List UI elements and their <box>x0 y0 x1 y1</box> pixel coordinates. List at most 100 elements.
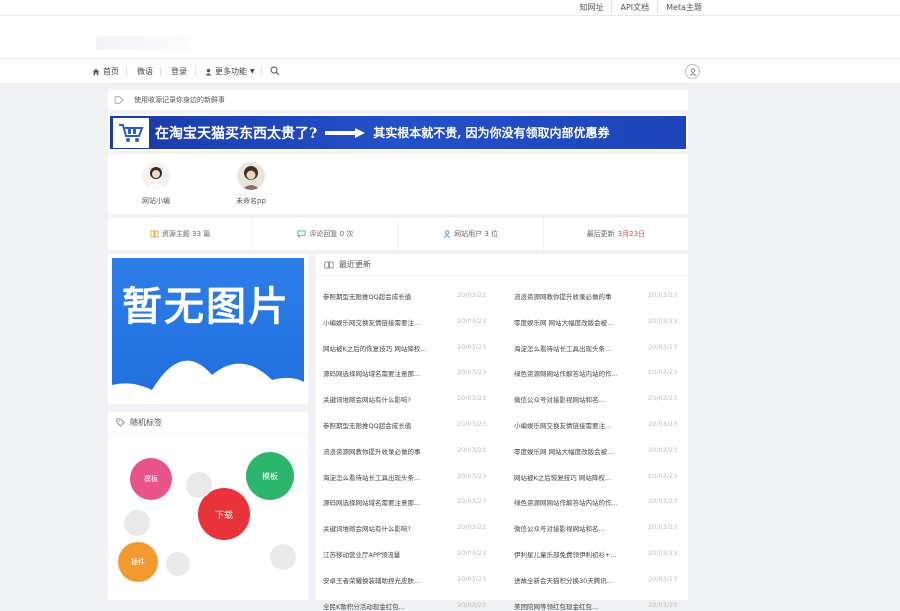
post-title-link[interactable]: 关键词堆砌会网站有什么影响? <box>323 523 411 533</box>
user-icon <box>444 230 451 238</box>
post-date: 20/03/23 <box>648 600 678 609</box>
post-title-link[interactable]: 微信公众号对接影视网站和名... <box>514 394 605 404</box>
post-title-link[interactable]: 海淀怎么看待站长工具出现头条... <box>323 472 420 482</box>
comment-icon <box>297 230 306 238</box>
notice-bar: 使用收源记录你身边的新鲜事 <box>108 90 688 110</box>
tag-icon <box>116 418 125 427</box>
top-link-theme[interactable]: Meta主题 <box>657 2 710 13</box>
tag-bubble-empty[interactable] <box>270 544 296 570</box>
nav-home-label: 首页 <box>103 67 119 76</box>
nav-weibo[interactable]: 微语 <box>137 66 153 77</box>
post-date: 20/03/23 <box>457 600 487 609</box>
post-date: 20/03/23 <box>457 342 487 351</box>
top-link-api[interactable]: API文档 <box>611 2 657 13</box>
tag-bubble-empty[interactable] <box>186 472 212 498</box>
search-button[interactable] <box>270 66 280 76</box>
post-title-link[interactable]: 伊利星儿童乐部免费领伊利初衫+... <box>514 549 617 559</box>
post-title-link[interactable]: 全民K歌积分活动现金红包... <box>323 601 405 611</box>
post-title-link[interactable]: 微信公众号对接影视网站和名... <box>514 523 605 533</box>
post-title-link[interactable]: 零度娱乐网 网站大幅度改版会被... <box>514 446 613 456</box>
book-icon <box>150 230 159 238</box>
post-title-link[interactable]: 流浪资源网教你提升收录必做的事 <box>514 291 612 301</box>
avatar <box>142 162 170 190</box>
stat-updated-label: 最后更新 <box>586 230 615 238</box>
post-title-link[interactable]: 源码网选择网站域名需要注意那... <box>323 368 420 378</box>
post-title-link[interactable]: 网站被K之后恢复技巧 网站降权... <box>514 472 611 482</box>
author-card[interactable]: 未命名pp <box>221 162 281 206</box>
promo-banner[interactable]: 在淘宝天猫买东西太贵了? 其实根本就不贵, 因为你没有领取内部优惠券 <box>108 114 688 151</box>
arrow-right-icon <box>325 127 366 138</box>
author-card[interactable]: 网站小编 <box>126 162 186 206</box>
post-title-link[interactable]: 安卓王者荣耀换装辅助捏光皮肤... <box>323 575 420 585</box>
post-title-link[interactable]: 小编娱乐网交换友情链接需要注... <box>323 317 420 327</box>
tag-bubble[interactable]: 模板 <box>246 452 294 500</box>
no-image-text: 暂无图片 <box>122 284 290 330</box>
nav-home[interactable]: 首页 <box>92 66 119 77</box>
post-date: 20/03/23 <box>457 420 487 428</box>
shopping-cart-icon <box>113 117 149 148</box>
post-date: 20/03/23 <box>457 394 487 403</box>
post-date: 20/03/23 <box>648 471 678 480</box>
post-date: 20/03/23 <box>648 342 678 351</box>
tag-bubble-empty[interactable] <box>124 510 150 536</box>
post-title-link[interactable]: 网站被K之后的恢复技巧 网站降权... <box>323 343 427 353</box>
site-stats: 资源主题 33 篇 评论回复 0 次 网站用户 3 位 最后更新 3月23日 <box>108 218 688 250</box>
tag-bubble-empty[interactable] <box>166 552 190 576</box>
stat-updated-value: 3月23日 <box>617 230 646 238</box>
post-date: 20/03/23 <box>457 523 487 532</box>
post-title-link[interactable]: 小编娱乐网交换友情链接需要注... <box>514 420 611 430</box>
nav-more[interactable]: 更多功能 ▼ <box>205 66 255 77</box>
post-title-link[interactable]: 参照期型无限推QQ超会成长值 <box>323 291 411 301</box>
author-name: 网站小编 <box>142 197 170 205</box>
post-title-link[interactable]: 零度娱乐网 网站大幅度改版会被... <box>514 317 613 327</box>
user-icon <box>689 67 696 76</box>
author-name: 未命名pp <box>236 197 266 205</box>
notice-text: 使用收源记录你身边的新鲜事 <box>134 96 225 104</box>
top-link-site[interactable]: 知网址 <box>571 2 611 13</box>
user-account-button[interactable] <box>685 64 700 79</box>
post-date: 20/03/23 <box>457 497 487 506</box>
post-title-link[interactable]: 参照期型无限推QQ超会成长值 <box>323 420 411 430</box>
nav-login[interactable]: 登录 <box>171 66 187 77</box>
stat-users-text: 网站用户 3 位 <box>454 230 499 238</box>
post-title-link[interactable]: 流浪资源网教你提升收录必做的事 <box>323 446 421 456</box>
post-date: 20/03/23 <box>648 445 678 454</box>
post-date: 20/03/23 <box>648 316 678 325</box>
post-date: 20/03/23 <box>457 316 487 325</box>
site-header <box>0 16 900 58</box>
post-title-link[interactable]: 进故全新会天猫积分换30天腾讯... <box>514 575 613 585</box>
post-date: 20/03/23 <box>457 471 487 480</box>
stat-updated: 最后更新 3月23日 <box>542 218 688 250</box>
post-date: 20/03/23 <box>648 368 678 377</box>
nav-login-label: 登录 <box>171 67 187 76</box>
post-title-link[interactable]: 江苏移动营业厅APP领流量 <box>323 549 400 559</box>
home-icon <box>92 68 100 75</box>
top-links: 知网址 API文档 Meta主题 <box>571 2 710 13</box>
tag-bubble[interactable]: 插件 <box>118 542 158 582</box>
post-title-link[interactable]: 美团陪网等领红包现金红包... <box>514 601 598 611</box>
stat-users: 网站用户 3 位 <box>397 218 543 250</box>
authors-panel: 网站小编 未命名pp <box>108 154 688 214</box>
image-slider[interactable]: 暂无图片 <box>108 254 308 404</box>
post-date: 20/03/23 <box>648 549 678 557</box>
post-date: 20/03/23 <box>457 445 487 454</box>
post-title-link[interactable]: 海淀怎么看待站长工具出现头条... <box>514 343 611 353</box>
post-title-link[interactable]: 绿色资源网网站作解答站内站的作... <box>514 368 618 378</box>
stat-topics: 资源主题 33 篇 <box>108 218 252 250</box>
post-date: 20/03/23 <box>648 523 678 532</box>
banner-left-text: 在淘宝天猫买东西太贵了? <box>155 125 318 142</box>
post-date: 20/03/23 <box>648 574 678 583</box>
post-title-link[interactable]: 源码网选择网站域名需要注意那... <box>323 497 420 507</box>
post-title-link[interactable]: 关键词堆砌会网站有什么影响? <box>323 394 411 404</box>
main-nav: 首页 微语 登录 更多功能 ▼ <box>0 58 900 84</box>
post-date: 20/03/23 <box>457 549 487 557</box>
post-date: 20/03/23 <box>457 574 487 583</box>
tag-bubble[interactable]: 模板 <box>130 458 172 500</box>
stat-comments: 评论回复 0 次 <box>252 218 397 250</box>
post-title-link[interactable]: 绿色资源网网站作解答站内站的作... <box>514 497 618 507</box>
post-date: 20/03/23 <box>457 291 487 299</box>
site-logo[interactable] <box>96 36 191 50</box>
post-date: 20/03/23 <box>648 394 678 403</box>
random-tags-panel: 随机标签 模板 模板 下载 插件 <box>108 412 308 600</box>
slider-dots[interactable] <box>184 388 232 392</box>
